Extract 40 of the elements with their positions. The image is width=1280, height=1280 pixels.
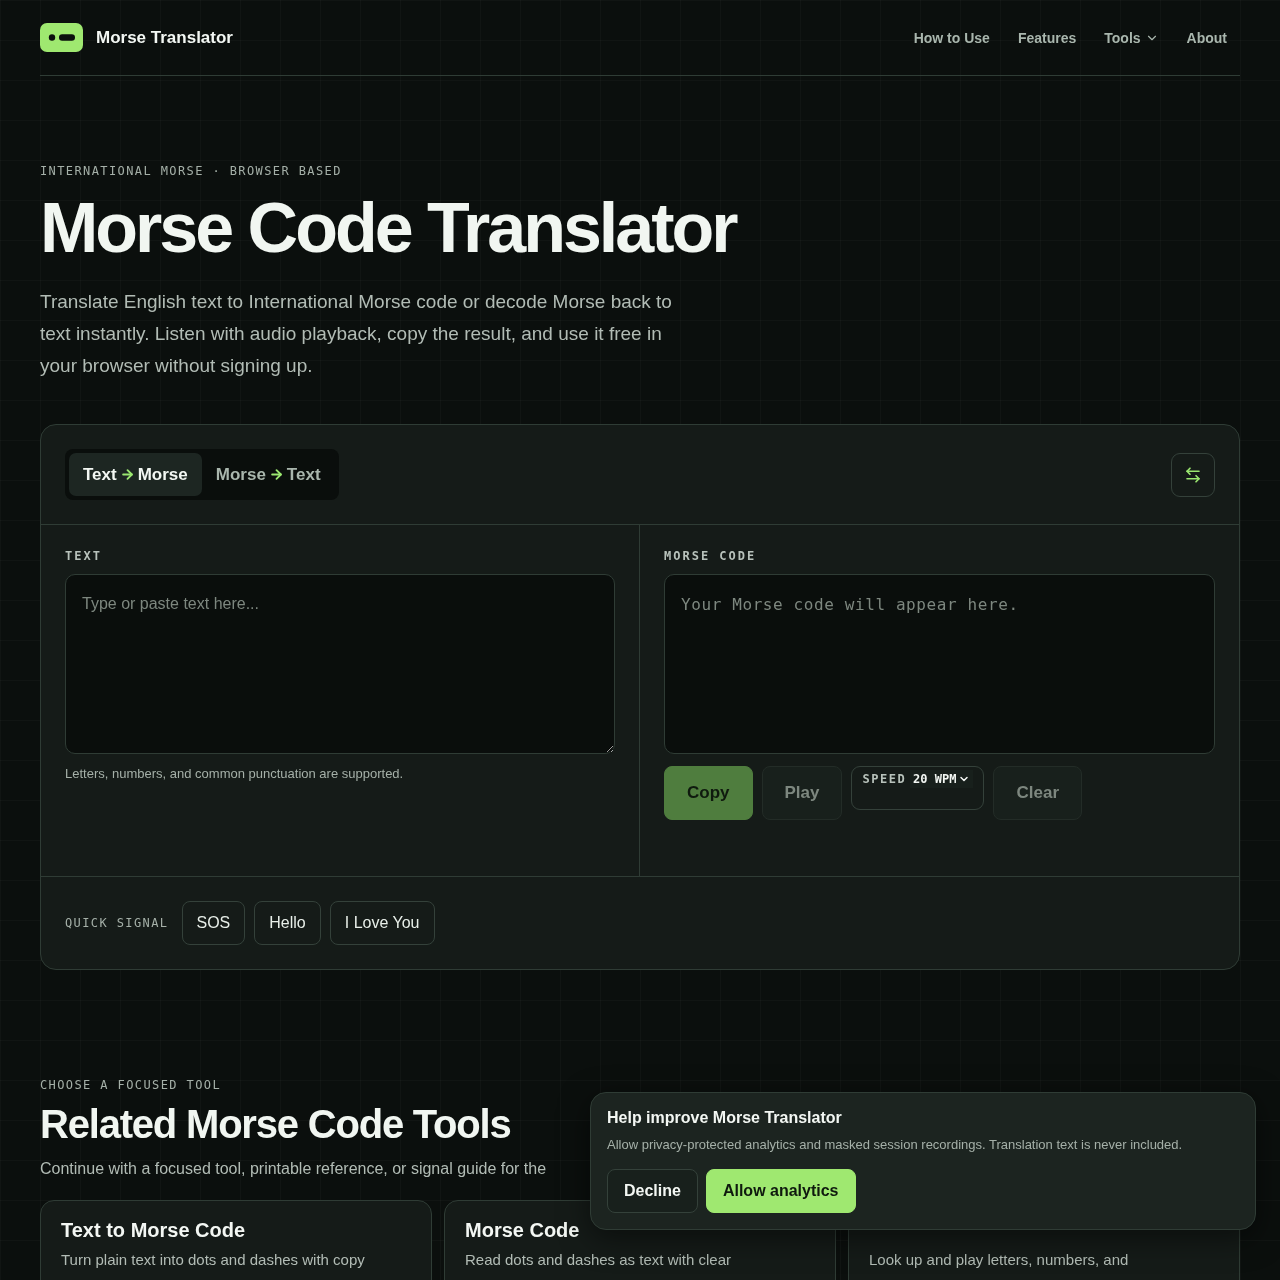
section-description: Continue with a focused tool, printable reference, or signal guide for the	[40, 1160, 548, 1178]
consent-title: Help improve Morse Translator	[607, 1109, 843, 1127]
brand-name: Morse Translator	[96, 27, 233, 48]
field-label: MORSE CODE	[664, 549, 758, 563]
swap-button[interactable]	[1171, 452, 1215, 497]
text-input[interactable]: Type or paste text here...	[65, 574, 615, 754]
speed-label: SPEED	[862, 771, 907, 788]
nav-link[interactable]: About	[1186, 29, 1227, 46]
hint-text: Letters, numbers, and common punctuation are supported.	[65, 766, 405, 781]
arrow-icon	[268, 467, 284, 482]
field-label: TEXT	[65, 549, 103, 563]
quick-signal-button[interactable]: I Love You	[329, 901, 435, 945]
consent-text: Allow privacy-protected analytics and masked session recordings. Translation text is never included.	[607, 1136, 1184, 1154]
mode-tab[interactable]: Morse Text	[201, 453, 335, 496]
mode-tab[interactable]: Text Morse	[69, 453, 202, 496]
tool-card[interactable]: Text to Morse Code Turn plain text into dots and dashes with copy	[40, 1200, 432, 1280]
eyebrow-text: INTERNATIONAL MORSE · BROWSER BASED	[40, 164, 343, 178]
page-title: Morse Code Translator	[40, 188, 738, 269]
quick-signal-label: QUICK SIGNAL	[65, 916, 169, 930]
tool-description: Read dots and dashes as text with clear	[465, 1251, 732, 1268]
decline-button[interactable]: Decline	[607, 1169, 698, 1213]
quick-signal-button[interactable]: SOS	[181, 901, 246, 945]
swap-icon	[1184, 465, 1202, 484]
tool-title: Morse Code	[465, 1219, 581, 1243]
quick-signal-button[interactable]: Hello	[254, 901, 321, 945]
section-title: Related Morse Code Tools	[40, 1101, 511, 1148]
tool-description: Turn plain text into dots and dashes with copy	[61, 1251, 366, 1268]
arrow-icon	[119, 467, 135, 482]
morse-output[interactable]: Your Morse code will appear here.	[664, 574, 1215, 754]
logo-icon	[40, 23, 83, 52]
nav-dropdown[interactable]: Tools	[1104, 29, 1159, 46]
nav-link[interactable]: How to Use	[913, 29, 990, 46]
tool-description: Look up and play letters, numbers, and	[869, 1251, 1130, 1268]
tool-title: Text to Morse Code	[61, 1219, 247, 1243]
action-button[interactable]: Copy	[664, 766, 753, 820]
allow-button[interactable]: Allow analytics	[705, 1169, 856, 1213]
speed-select[interactable]: 20 WPM	[910, 770, 974, 788]
nav-link[interactable]: Features	[1017, 29, 1077, 46]
eyebrow-text: CHOOSE A FOCUSED TOOL	[40, 1078, 223, 1092]
hero-description: Translate English text to International Morse code or decode Morse back to text instantly. Listen with audio playback, copy the result, and use it free in your browser without signing up.	[40, 290, 673, 378]
